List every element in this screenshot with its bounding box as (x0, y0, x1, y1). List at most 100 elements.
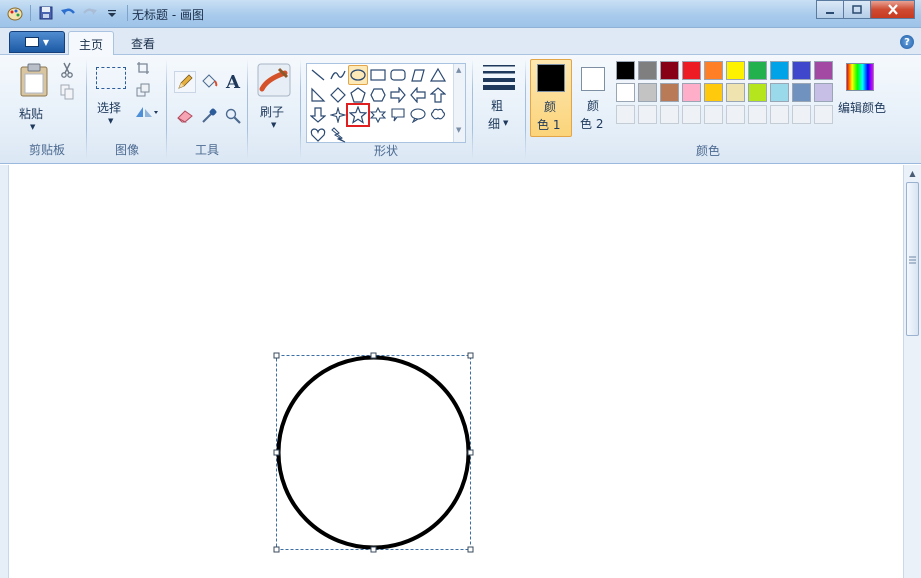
palette-swatch[interactable] (638, 61, 657, 80)
triangle-shape-icon[interactable] (428, 65, 448, 85)
help-icon[interactable]: ? (900, 35, 914, 49)
polygon-shape-icon[interactable] (408, 65, 428, 85)
rounded-rectangle-shape-icon[interactable] (388, 65, 408, 85)
palette-swatch[interactable] (616, 61, 635, 80)
application-menu-button[interactable]: ▼ (9, 31, 65, 53)
palette-swatch[interactable] (726, 105, 745, 124)
chevron-down-icon: ▼ (42, 37, 50, 47)
palette-swatch[interactable] (638, 105, 657, 124)
rotate-icon[interactable] (134, 103, 160, 121)
palette-swatch[interactable] (616, 105, 635, 124)
scroll-down-icon[interactable]: ▼ (456, 126, 461, 134)
color-picker-icon[interactable] (198, 105, 220, 127)
resize-icon[interactable] (134, 81, 152, 99)
cloud-callout-shape-icon[interactable] (428, 105, 448, 125)
oval-callout-shape-icon[interactable] (408, 105, 428, 125)
diamond-shape-icon[interactable] (328, 85, 348, 105)
palette-swatch[interactable] (682, 61, 701, 80)
color2-label-top: 颜 (587, 99, 600, 113)
tools-group-label: 工具 (194, 143, 219, 157)
palette-swatch[interactable] (770, 61, 789, 80)
tab-view[interactable]: 查看 (121, 31, 169, 55)
tab-home[interactable]: 主页 (68, 31, 114, 55)
select-button[interactable]: 选择 ▼ (92, 61, 130, 131)
paste-label: 粘贴 (19, 107, 44, 121)
pentagon-shape-icon[interactable] (348, 85, 368, 105)
six-point-star-shape-icon[interactable] (368, 105, 388, 125)
edit-colors-button[interactable]: 编辑颜色 (838, 61, 888, 131)
shapes-gallery-scrollbar[interactable]: ▲ ▼ (453, 64, 465, 142)
text-icon[interactable]: A (222, 71, 244, 93)
scroll-up-icon[interactable]: ▲ (904, 165, 921, 182)
palette-swatch[interactable] (792, 83, 811, 102)
paste-button[interactable]: 粘贴 ▼ (16, 61, 52, 131)
palette-swatch[interactable] (792, 61, 811, 80)
palette-swatch[interactable] (682, 83, 701, 102)
palette-swatch[interactable] (792, 105, 811, 124)
rounded-callout-shape-icon[interactable] (388, 105, 408, 125)
right-triangle-shape-icon[interactable] (308, 85, 328, 105)
palette-swatch[interactable] (660, 83, 679, 102)
four-point-star-shape-icon[interactable] (328, 105, 348, 125)
scroll-up-icon[interactable]: ▲ (456, 66, 461, 74)
curve-shape-icon[interactable] (328, 65, 348, 85)
down-arrow-shape-icon[interactable] (308, 105, 328, 125)
palette-swatch[interactable] (616, 83, 635, 102)
line-shape-icon[interactable] (308, 65, 328, 85)
palette-swatch[interactable] (660, 105, 679, 124)
group-separator (525, 59, 526, 159)
palette-swatch[interactable] (748, 105, 767, 124)
left-arrow-shape-icon[interactable] (408, 85, 428, 105)
palette-swatch[interactable] (726, 83, 745, 102)
palette-swatch[interactable] (704, 61, 723, 80)
palette-swatch[interactable] (770, 83, 789, 102)
palette-swatch[interactable] (748, 83, 767, 102)
right-arrow-shape-icon[interactable] (388, 85, 408, 105)
crop-icon[interactable] (134, 59, 152, 77)
palette-swatch[interactable] (682, 105, 701, 124)
window-controls (816, 0, 915, 19)
vertical-scrollbar[interactable]: ▲ (903, 165, 921, 578)
rectangle-shape-icon[interactable] (368, 65, 388, 85)
drawing-canvas[interactable] (0, 165, 903, 578)
copy-icon[interactable] (58, 83, 76, 101)
fill-bucket-icon[interactable] (198, 71, 220, 93)
eraser-icon[interactable] (174, 105, 196, 127)
palette-swatch[interactable] (770, 105, 789, 124)
palette-swatch[interactable] (814, 83, 833, 102)
color1-button[interactable]: 颜 色 1 (530, 59, 572, 137)
palette-swatch[interactable] (704, 105, 723, 124)
palette-swatch[interactable] (638, 83, 657, 102)
color2-swatch (581, 67, 605, 91)
close-button[interactable] (870, 0, 915, 19)
paint-app-icon[interactable] (6, 4, 24, 22)
palette-swatch[interactable] (704, 83, 723, 102)
palette-swatch[interactable] (814, 105, 833, 124)
five-point-star-shape-icon[interactable] (346, 103, 370, 127)
scrollbar-thumb[interactable] (906, 182, 919, 336)
save-icon[interactable] (37, 4, 55, 22)
size-button[interactable]: 粗 细 ▼ (478, 61, 520, 139)
palette-swatch[interactable] (726, 61, 745, 80)
tools-group: A 工具 (168, 55, 246, 162)
group-separator (166, 59, 167, 159)
handle-bottom-right (467, 546, 474, 553)
up-arrow-shape-icon[interactable] (428, 85, 448, 105)
undo-icon[interactable] (59, 4, 77, 22)
maximize-button[interactable] (843, 0, 870, 19)
cut-icon[interactable] (58, 61, 76, 79)
oval-shape-icon[interactable] (348, 65, 368, 85)
palette-swatch[interactable] (660, 61, 679, 80)
shapes-gallery: ▲ ▼ (306, 63, 466, 143)
customize-qat-dropdown-icon[interactable] (103, 4, 121, 22)
redo-icon[interactable] (81, 4, 99, 22)
color2-button[interactable]: 颜 色 2 (576, 59, 614, 137)
brushes-button[interactable]: 刷子 ▼ (254, 61, 294, 139)
palette-swatch[interactable] (814, 61, 833, 80)
pencil-icon[interactable] (174, 71, 196, 93)
magnifier-icon[interactable] (222, 105, 244, 127)
minimize-button[interactable] (816, 0, 843, 19)
drawn-circle[interactable] (0, 165, 921, 578)
palette-swatch[interactable] (748, 61, 767, 80)
hexagon-shape-icon[interactable] (368, 85, 388, 105)
